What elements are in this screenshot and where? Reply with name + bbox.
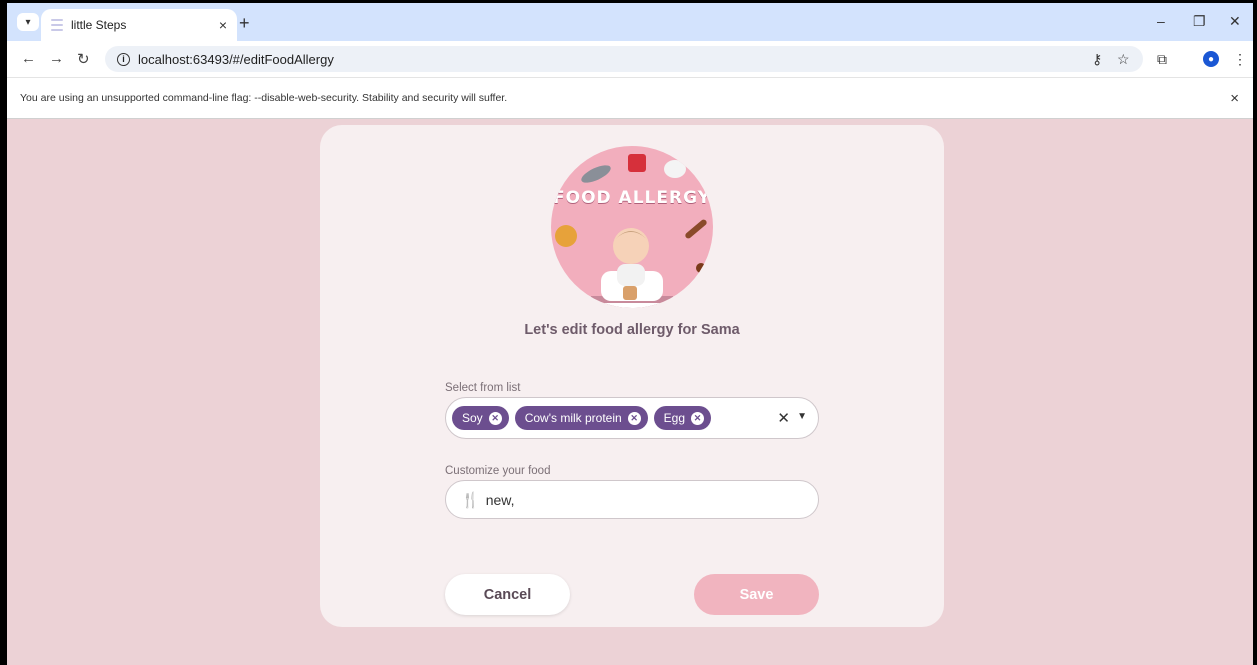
tab-favicon bbox=[51, 19, 63, 31]
hero-illustration bbox=[555, 154, 707, 308]
dropdown-arrow-icon[interactable]: ▼ bbox=[797, 411, 807, 422]
chip-label: Egg bbox=[663, 411, 686, 425]
infobar-text: You are using an unsupported command-lin… bbox=[20, 92, 508, 104]
warning-infobar: You are using an unsupported command-lin… bbox=[7, 77, 1253, 119]
browser-window: ▾ little Steps × + – ❐ ✕ ← → ↻ i localho… bbox=[7, 3, 1253, 665]
allergy-multiselect[interactable]: Soy ✕ Cow's milk protein ✕ Egg ✕ ✕ ▼ bbox=[445, 397, 819, 439]
tab-title: little Steps bbox=[71, 18, 127, 32]
chip-soy: Soy ✕ bbox=[452, 406, 509, 430]
chip-cows-milk-protein: Cow's milk protein ✕ bbox=[514, 406, 648, 430]
minimize-icon[interactable]: – bbox=[1157, 13, 1165, 29]
chip-remove-icon[interactable]: ✕ bbox=[627, 411, 641, 425]
chip-label: Cow's milk protein bbox=[524, 411, 622, 425]
bookmark-star-icon[interactable]: ☆ bbox=[1117, 51, 1130, 68]
url-text[interactable]: localhost:63493/#/editFoodAllergy bbox=[138, 52, 334, 67]
select-label: Select from list bbox=[445, 382, 521, 394]
close-window-icon[interactable]: ✕ bbox=[1229, 13, 1241, 30]
chip-remove-icon[interactable]: ✕ bbox=[691, 411, 705, 425]
chip-remove-icon[interactable]: ✕ bbox=[488, 411, 502, 425]
page-subtitle: Let's edit food allergy for Sama bbox=[524, 322, 740, 338]
tab-strip: ▾ little Steps × + – ❐ ✕ bbox=[7, 3, 1253, 41]
chip-egg: Egg ✕ bbox=[653, 406, 712, 430]
tab-list-icon[interactable]: ▾ bbox=[17, 13, 39, 31]
browser-tab[interactable]: little Steps × bbox=[41, 9, 237, 41]
site-info-icon[interactable]: i bbox=[117, 52, 130, 66]
password-key-icon[interactable]: ⚷ bbox=[1092, 51, 1102, 68]
chip-label: Soy bbox=[462, 411, 483, 425]
food-allergy-hero-image: FOOD ALLERGY bbox=[551, 146, 713, 308]
hero-caption: FOOD ALLERGY bbox=[553, 188, 711, 208]
custom-food-value[interactable]: new, bbox=[486, 492, 515, 508]
menu-kebab-icon[interactable]: ⋮ bbox=[1233, 51, 1247, 68]
infobar-close-icon[interactable]: × bbox=[1230, 90, 1239, 107]
cancel-button[interactable]: Cancel bbox=[445, 574, 570, 615]
browser-toolbar: ← → ↻ i localhost:63493/#/editFoodAllerg… bbox=[7, 41, 1253, 77]
restore-icon[interactable]: ❐ bbox=[1193, 13, 1206, 30]
extensions-icon[interactable]: ⧉ bbox=[1157, 51, 1167, 68]
utensils-icon: 🍴 bbox=[461, 491, 480, 509]
new-tab-button[interactable]: + bbox=[239, 13, 250, 34]
selected-chips: Soy ✕ Cow's milk protein ✕ Egg ✕ bbox=[446, 406, 712, 430]
edit-allergy-card: FOOD ALLERGY Let's edit food allergy for… bbox=[320, 125, 944, 627]
address-bar[interactable]: i localhost:63493/#/editFoodAllergy bbox=[105, 46, 1143, 72]
profile-icon[interactable]: ● bbox=[1203, 51, 1219, 67]
reload-icon[interactable]: ↻ bbox=[77, 50, 90, 68]
custom-label: Customize your food bbox=[445, 465, 551, 477]
forward-icon[interactable]: → bbox=[49, 50, 64, 67]
clear-icon[interactable]: ✕ bbox=[777, 409, 790, 427]
tab-close-icon[interactable]: × bbox=[219, 17, 227, 33]
custom-food-input[interactable]: 🍴 new, bbox=[445, 480, 819, 519]
save-button[interactable]: Save bbox=[694, 574, 819, 615]
back-icon[interactable]: ← bbox=[21, 50, 36, 67]
